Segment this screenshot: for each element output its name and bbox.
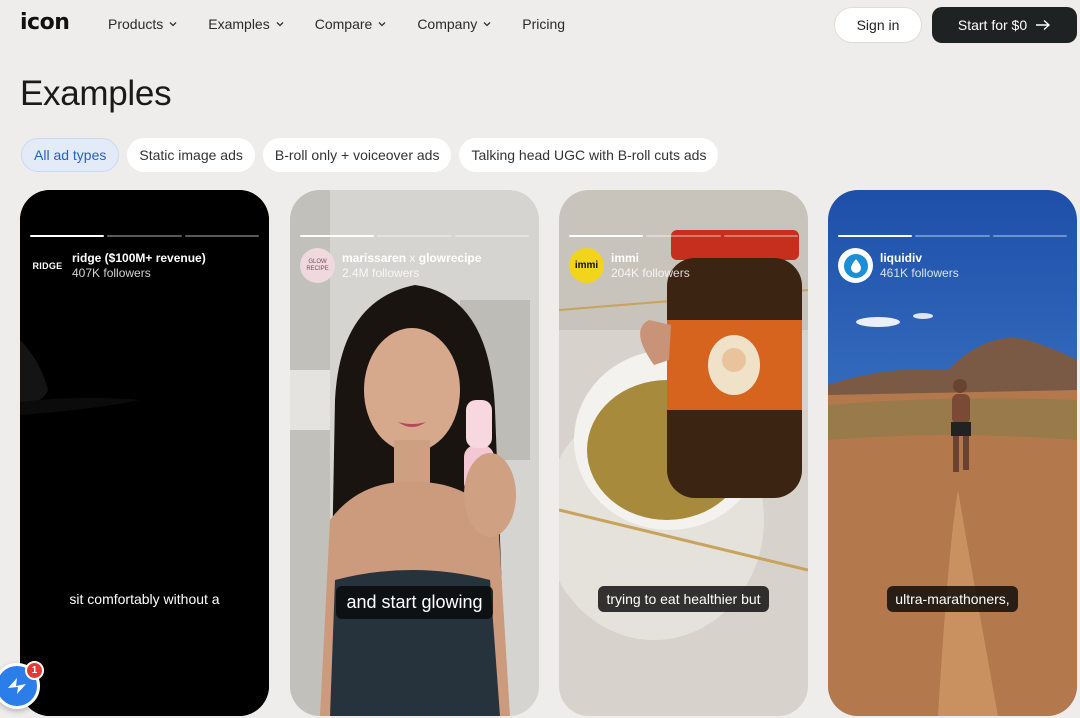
progress-segment — [184, 235, 259, 237]
filter-talking-head-ugc-ads[interactable]: Talking head UGC with B-roll cuts ads — [459, 138, 719, 172]
chevron-down-icon — [378, 22, 386, 27]
caption-text: ultra-marathoners, — [887, 586, 1018, 612]
nav-products-label: Products — [108, 16, 164, 32]
progress-segment — [107, 235, 182, 237]
nav-company-label: Company — [417, 16, 478, 32]
avatar-logo-text: GLOW RECIPE — [306, 258, 329, 272]
chevron-down-icon — [483, 22, 491, 27]
avatar: RIDGE — [30, 248, 65, 283]
nav-compare[interactable]: Compare — [315, 16, 388, 32]
example-card-ridge[interactable]: RIDGE ridge ($100M+ revenue) 407K follow… — [20, 190, 269, 716]
avatar: immi — [569, 248, 604, 283]
example-card-liquidiv[interactable]: liquidiv 461K followers ultra-marathoner… — [828, 190, 1077, 716]
follower-count: 407K followers — [72, 265, 151, 280]
video-caption: trying to eat healthier but — [559, 586, 808, 612]
arrow-right-icon — [1036, 19, 1051, 31]
story-progress — [838, 235, 1067, 237]
story-progress — [569, 235, 798, 237]
account-name: liquidiv — [880, 250, 922, 265]
account-collab: glowrecipe — [418, 250, 482, 265]
avatar — [838, 248, 873, 283]
top-nav: icon Products Examples Compare Company P… — [0, 0, 1080, 50]
ad-type-filters: All ad types Static image ads B-roll onl… — [21, 138, 726, 172]
nav-pricing[interactable]: Pricing — [522, 16, 565, 32]
story-progress — [300, 235, 529, 237]
nav-compare-label: Compare — [314, 16, 373, 32]
collab-separator: x — [409, 250, 416, 265]
chevron-down-icon — [169, 22, 177, 27]
start-free-button[interactable]: Start for $0 — [932, 7, 1077, 43]
progress-segment — [569, 235, 644, 237]
avatar: GLOW RECIPE — [300, 248, 335, 283]
account-name: marissaren x glowrecipe — [342, 251, 481, 266]
video-caption: and start glowing — [290, 586, 539, 619]
account-name: ridge ($100M+ revenue) — [72, 250, 206, 265]
account-name: immi — [611, 250, 640, 265]
bird-icon — [8, 678, 26, 694]
account-header: liquidiv 461K followers — [838, 248, 959, 283]
nav-products[interactable]: Products — [108, 16, 178, 32]
video-caption: ultra-marathoners, — [828, 586, 1077, 612]
progress-segment — [723, 235, 798, 237]
example-card-immi[interactable]: immi immi 204K followers trying to eat h… — [559, 190, 808, 716]
follower-count: 2.4M followers — [342, 265, 420, 280]
page-title: Examples — [20, 74, 172, 113]
story-progress — [30, 235, 259, 237]
video-caption: sit comfortably without a — [20, 586, 269, 612]
nav-company[interactable]: Company — [417, 16, 492, 32]
nav-examples-label: Examples — [208, 16, 270, 32]
account-header: GLOW RECIPE marissaren x glowrecipe 2.4M… — [300, 248, 481, 283]
sign-in-button[interactable]: Sign in — [834, 7, 922, 43]
example-card-glowrecipe[interactable]: GLOW RECIPE marissaren x glowrecipe 2.4M… — [290, 190, 539, 716]
nav-examples[interactable]: Examples — [208, 16, 284, 32]
caption-text: and start glowing — [336, 586, 493, 619]
chevron-down-icon — [276, 22, 284, 27]
avatar-logo-text: immi — [574, 260, 599, 271]
filter-broll-voiceover-ads[interactable]: B-roll only + voiceover ads — [262, 138, 452, 172]
account-header: RIDGE ridge ($100M+ revenue) 407K follow… — [30, 248, 206, 283]
follower-count: 461K followers — [880, 265, 959, 280]
follower-count: 204K followers — [611, 265, 690, 280]
progress-segment — [646, 235, 721, 237]
start-free-label: Start for $0 — [957, 17, 1028, 33]
progress-segment — [377, 235, 452, 237]
progress-segment — [30, 235, 105, 237]
filter-all-ad-types[interactable]: All ad types — [21, 138, 120, 172]
brand-logo[interactable]: icon — [20, 10, 70, 35]
progress-segment — [300, 235, 375, 237]
account-header: immi immi 204K followers — [569, 248, 690, 283]
progress-segment — [915, 235, 990, 237]
caption-text: sit comfortably without a — [69, 591, 220, 607]
progress-segment — [992, 235, 1067, 237]
progress-segment — [454, 235, 529, 237]
caption-text: trying to eat healthier but — [598, 586, 769, 612]
notification-badge: 1 — [25, 661, 44, 680]
main-menu: Products Examples Compare Company Pricin… — [108, 16, 595, 32]
water-drop-icon — [843, 253, 868, 278]
account-primary: marissaren — [342, 250, 407, 265]
progress-segment — [838, 235, 913, 237]
filter-static-image-ads[interactable]: Static image ads — [127, 138, 255, 172]
avatar-logo-text: RIDGE — [32, 260, 63, 271]
nav-pricing-label: Pricing — [522, 16, 566, 32]
